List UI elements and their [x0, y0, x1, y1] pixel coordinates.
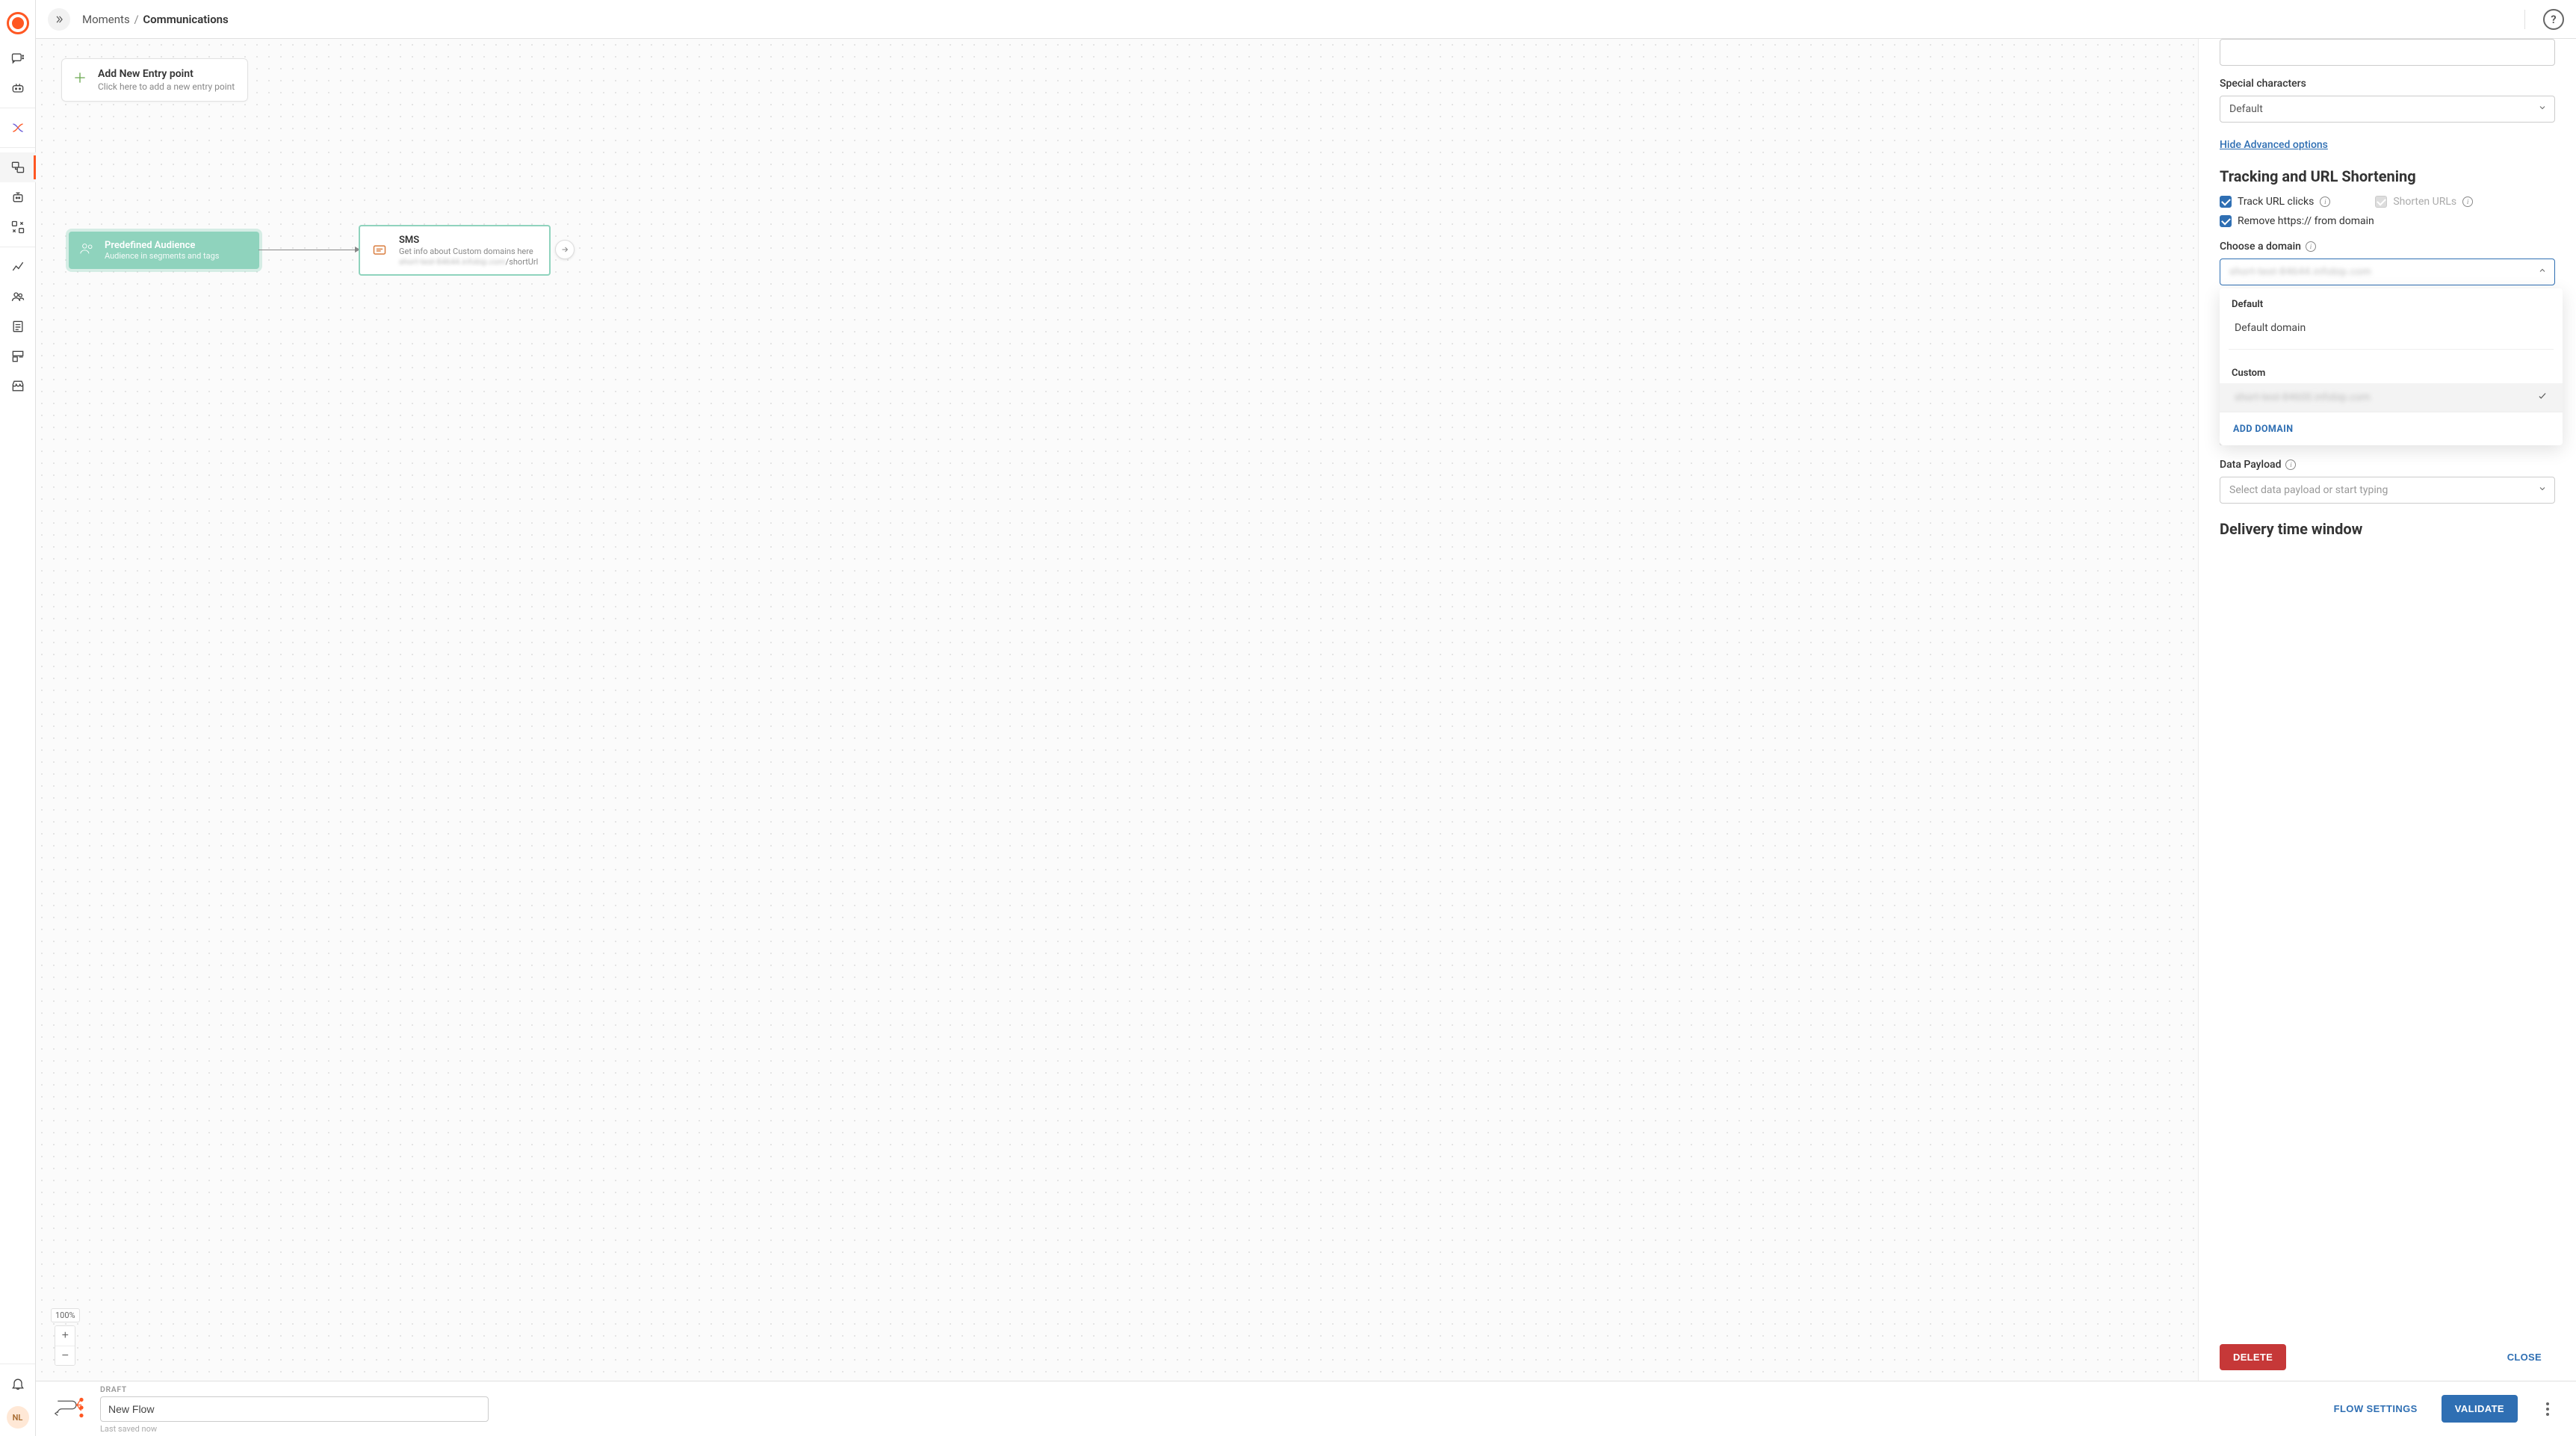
sms-config-panel: Special characters Default Hide Advanced…	[2198, 39, 2576, 1381]
chevron-up-icon	[2538, 266, 2547, 278]
more-options-button[interactable]	[2537, 1399, 2558, 1420]
choose-domain-label: Choose a domain i	[2220, 241, 2555, 253]
expand-sidebar-button[interactable]	[48, 8, 70, 31]
nav-people[interactable]	[0, 282, 36, 312]
dd-item-default-domain[interactable]: Default domain	[2220, 315, 2563, 341]
track-url-clicks-checkbox[interactable]: Track URL clicks i	[2220, 196, 2330, 208]
nav-templates[interactable]	[0, 341, 36, 371]
nav-integrations[interactable]	[0, 212, 36, 242]
zoom-controls: 100% + −	[51, 1308, 80, 1366]
nav-content[interactable]	[0, 312, 36, 341]
entry-card-title: Add New Entry point	[98, 68, 235, 80]
breadcrumb: Moments / Communications	[82, 13, 229, 26]
flow-settings-button[interactable]: FLOW SETTINGS	[2323, 1396, 2428, 1422]
nav-automation[interactable]	[0, 182, 36, 212]
special-characters-label: Special characters	[2220, 78, 2555, 90]
check-icon	[2537, 391, 2548, 404]
domain-dropdown-menu: Default Default domain Custom short-test…	[2220, 288, 2563, 445]
nav-notifications[interactable]	[0, 1369, 36, 1399]
bottom-bar: DRAFT Last saved now FLOW SETTINGS VALID…	[36, 1381, 2576, 1436]
delete-button[interactable]: DELETE	[2220, 1344, 2286, 1370]
zoom-in-button[interactable]: +	[55, 1326, 75, 1346]
zoom-level: 100%	[51, 1308, 80, 1322]
data-payload-label: Data Payload i	[2220, 459, 2555, 471]
flow-canvas[interactable]: Add New Entry point Click here to add a …	[36, 39, 2198, 1381]
text-field[interactable]	[2220, 39, 2555, 66]
nav-bots[interactable]	[0, 73, 36, 103]
special-characters-select[interactable]: Default	[2220, 96, 2555, 123]
help-button[interactable]: ?	[2543, 9, 2564, 30]
left-nav-rail: NL	[0, 0, 36, 1436]
shorten-urls-checkbox: Shorten URLs i	[2375, 196, 2473, 208]
audience-icon	[79, 241, 96, 260]
choose-domain-select[interactable]: short-test-84644.infobip.com	[2220, 259, 2555, 285]
info-icon[interactable]: i	[2320, 196, 2330, 207]
dd-group-default: Default	[2220, 288, 2563, 315]
nav-moments[interactable]	[0, 152, 36, 182]
delivery-window-heading: Delivery time window	[2220, 520, 2555, 538]
tracking-heading: Tracking and URL Shortening	[2220, 167, 2555, 185]
node-predefined-audience[interactable]: Predefined Audience Audience in segments…	[69, 232, 259, 269]
dd-item-custom-domain[interactable]: short-test-84600.infobip.com	[2220, 383, 2563, 412]
last-saved-label: Last saved now	[100, 1424, 489, 1434]
nav-store[interactable]	[0, 371, 36, 401]
flow-icon	[54, 1395, 87, 1423]
hide-advanced-link[interactable]: Hide Advanced options	[2220, 139, 2328, 151]
zoom-out-button[interactable]: −	[55, 1346, 75, 1365]
info-icon[interactable]: i	[2306, 241, 2316, 252]
sms-icon	[369, 240, 390, 261]
nav-experiments[interactable]	[0, 113, 36, 143]
close-button[interactable]: CLOSE	[2494, 1344, 2555, 1370]
node-output-handle[interactable]	[555, 240, 575, 259]
info-icon[interactable]: i	[2462, 196, 2473, 207]
top-bar: Moments / Communications ?	[36, 0, 2576, 39]
breadcrumb-root[interactable]: Moments	[82, 13, 130, 26]
data-payload-select[interactable]: Select data payload or start typing	[2220, 477, 2555, 504]
validate-button[interactable]: VALIDATE	[2442, 1395, 2518, 1423]
chevron-down-icon	[2538, 484, 2547, 496]
add-entry-point-card[interactable]: Add New Entry point Click here to add a …	[61, 58, 248, 102]
flow-name-input[interactable]	[100, 1396, 489, 1422]
nav-conversations[interactable]	[0, 43, 36, 73]
remove-https-checkbox[interactable]: Remove https:// from domain	[2220, 215, 2555, 227]
entry-card-subtitle: Click here to add a new entry point	[98, 81, 235, 92]
breadcrumb-current: Communications	[143, 13, 228, 26]
plus-icon	[72, 70, 87, 90]
dd-group-custom: Custom	[2220, 357, 2563, 383]
brand-logo[interactable]	[7, 12, 29, 34]
nav-analytics[interactable]	[0, 252, 36, 282]
chevron-down-icon	[2538, 103, 2547, 115]
node-sms[interactable]: SMS Get info about Custom domains here s…	[359, 225, 551, 276]
add-domain-button[interactable]: ADD DOMAIN	[2233, 424, 2293, 435]
info-icon[interactable]: i	[2285, 459, 2296, 470]
user-avatar[interactable]: NL	[7, 1406, 29, 1429]
draft-label: DRAFT	[100, 1384, 489, 1394]
